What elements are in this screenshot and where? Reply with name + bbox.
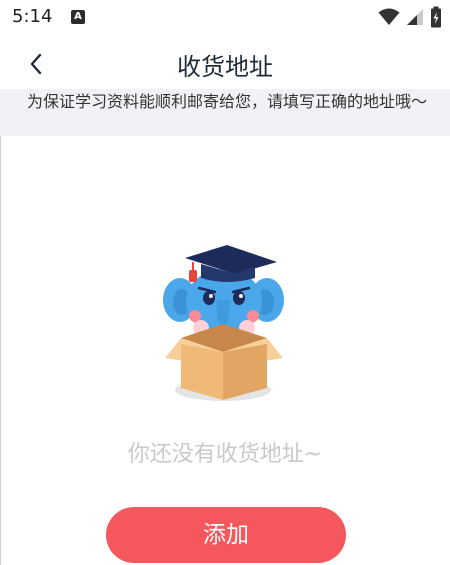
notice-text: 为保证学习资料能顺利邮寄给您，请填写正确的地址哦～ [26, 92, 427, 111]
battery-icon [431, 6, 441, 28]
add-address-button[interactable]: 添加 [106, 507, 346, 563]
page-title: 收货地址 [177, 53, 273, 81]
a-icon: A [71, 10, 85, 24]
status-bar: 5:14 A [0, 0, 450, 36]
elephant-box-icon [163, 245, 284, 401]
left-edge-divider [0, 136, 1, 565]
wifi-icon [378, 8, 400, 25]
empty-illustration [155, 240, 295, 415]
signal-icon [407, 9, 423, 25]
empty-message: 你还没有收货地址~ [127, 442, 323, 467]
notice-banner: 为保证学习资料能顺利邮寄给您，请填写正确的地址哦～ [0, 89, 450, 136]
status-icons [378, 6, 442, 28]
header: 收货地址 [0, 38, 450, 90]
status-time: 5:14 [12, 6, 53, 27]
address-screen: 5:14 A 收货地址 为保证学习资料能顺利邮寄给您，请填写正确的地址哦～ 你还… [0, 0, 450, 565]
